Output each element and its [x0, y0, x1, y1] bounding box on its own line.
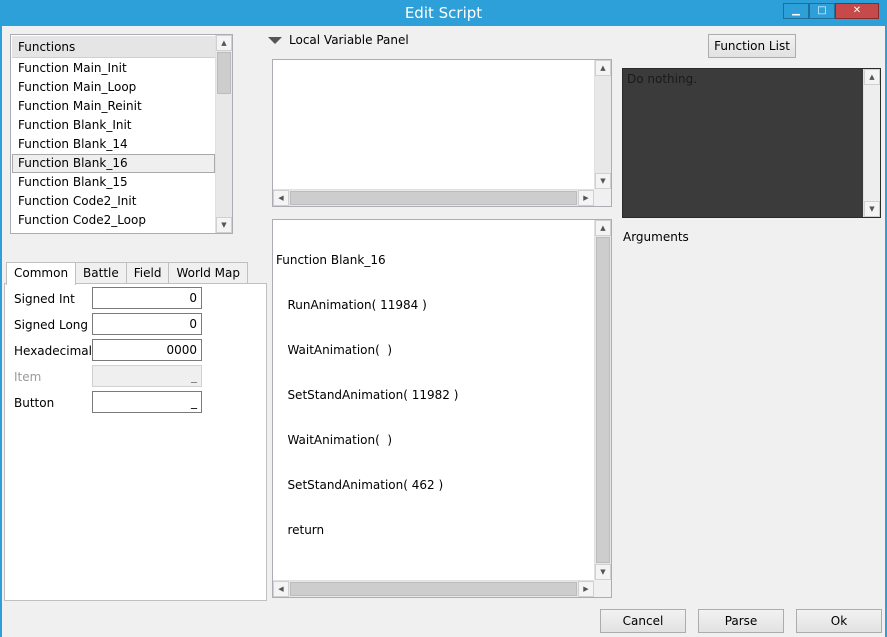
dialog-client: Functions Function Main_Init Function Ma…: [2, 26, 885, 637]
code-line: Function Blank_16: [276, 253, 386, 267]
signed-int-label: Signed Int: [14, 292, 75, 306]
scroll-right-icon[interactable]: ▶: [578, 190, 594, 206]
scroll-down-icon[interactable]: ▼: [216, 217, 232, 233]
close-button[interactable]: ✕: [835, 3, 879, 19]
minimize-button[interactable]: ▁: [783, 3, 809, 19]
vscroll-thumb[interactable]: [596, 237, 610, 563]
list-item[interactable]: Function Main_Init: [12, 59, 215, 78]
tab-world-map[interactable]: World Map: [168, 262, 248, 284]
tab-page-common: Signed Int 0 Signed Long 0 Hexadecimal 0…: [4, 283, 267, 601]
code-line: SetStandAnimation( 11982 ): [276, 388, 459, 402]
editor-hscroll[interactable]: ◀ ▶: [273, 580, 594, 597]
code-line: WaitAnimation( ): [276, 343, 393, 357]
list-item[interactable]: Function Blank_14: [12, 135, 215, 154]
function-list-button[interactable]: Function List: [708, 34, 796, 58]
ok-button[interactable]: Ok: [796, 609, 882, 633]
tab-field[interactable]: Field: [125, 262, 170, 284]
scroll-up-icon[interactable]: ▲: [595, 220, 611, 236]
scroll-right-icon[interactable]: ▶: [578, 581, 594, 597]
scroll-down-icon[interactable]: ▼: [864, 201, 880, 217]
argument-tabs: Common Battle Field World Map: [6, 262, 248, 285]
cancel-button[interactable]: Cancel: [600, 609, 686, 633]
window-controls: ▁ □ ✕: [783, 3, 879, 19]
arguments-label: Arguments: [623, 230, 689, 244]
title-bar: Edit Script ▁ □ ✕: [0, 0, 887, 26]
signed-long-label: Signed Long: [14, 318, 89, 332]
script-editor[interactable]: Function Blank_16 RunAnimation( 11984 ) …: [272, 219, 612, 598]
list-item[interactable]: Function Main_Reinit: [12, 97, 215, 116]
local-variable-panel-toggle[interactable]: Local Variable Panel: [268, 33, 409, 47]
script-code[interactable]: Function Blank_16 RunAnimation( 11984 ) …: [276, 223, 458, 568]
window-title: Edit Script: [404, 4, 483, 22]
list-item[interactable]: Function Blank_Init: [12, 116, 215, 135]
functions-list[interactable]: Functions Function Main_Init Function Ma…: [10, 34, 233, 234]
hexadecimal-label: Hexadecimal: [14, 344, 92, 358]
scroll-down-icon[interactable]: ▼: [595, 564, 611, 580]
tab-common[interactable]: Common: [6, 262, 77, 285]
scroll-thumb[interactable]: [217, 52, 231, 94]
local-variable-panel[interactable]: ▲ ▼ ◀ ▶: [272, 59, 612, 207]
scroll-up-icon[interactable]: ▲: [595, 60, 611, 76]
list-item[interactable]: Function Main_Loop: [12, 78, 215, 97]
hexadecimal-input[interactable]: 0000: [92, 339, 202, 361]
item-label: Item: [14, 370, 42, 384]
button-label: Button: [14, 396, 55, 410]
signed-long-input[interactable]: 0: [92, 313, 202, 335]
hscroll-thumb[interactable]: [290, 582, 577, 596]
editor-vscroll[interactable]: ▲ ▼: [594, 220, 611, 597]
list-item[interactable]: Function Blank_15: [12, 173, 215, 192]
functions-list-header[interactable]: Functions: [12, 36, 215, 58]
scroll-left-icon[interactable]: ◀: [273, 190, 289, 206]
code-line: WaitAnimation( ): [276, 433, 393, 447]
list-item-selected[interactable]: Function Blank_16: [12, 154, 215, 173]
code-line: return: [276, 523, 325, 537]
description-vscroll[interactable]: ▲ ▼: [863, 69, 880, 217]
button-input[interactable]: _: [92, 391, 202, 413]
signed-int-input[interactable]: 0: [92, 287, 202, 309]
collapse-triangle-icon: [268, 36, 282, 44]
list-item[interactable]: Function Code2_Loop: [12, 211, 215, 230]
description-text: Do nothing.: [627, 72, 698, 86]
local-variable-panel-label: Local Variable Panel: [289, 33, 409, 47]
function-description: Do nothing. ▲ ▼: [622, 68, 881, 218]
scroll-corner: [594, 189, 611, 206]
scroll-corner: [594, 580, 611, 597]
functions-list-scrollbar[interactable]: ▲ ▼: [215, 35, 232, 233]
scroll-up-icon[interactable]: ▲: [864, 69, 880, 85]
code-line: SetStandAnimation( 462 ): [276, 478, 444, 492]
maximize-button[interactable]: □: [809, 3, 835, 19]
list-item[interactable]: Function Code2_Init: [12, 192, 215, 211]
scroll-down-icon[interactable]: ▼: [595, 173, 611, 189]
item-input: _: [92, 365, 202, 387]
tab-battle[interactable]: Battle: [75, 262, 127, 284]
scroll-up-icon[interactable]: ▲: [216, 35, 232, 51]
functions-list-items: Function Main_Init Function Main_Loop Fu…: [12, 59, 215, 230]
code-line: RunAnimation( 11984 ): [276, 298, 427, 312]
varpanel-vscroll[interactable]: ▲ ▼: [594, 60, 611, 206]
scroll-left-icon[interactable]: ◀: [273, 581, 289, 597]
varpanel-hscroll[interactable]: ◀ ▶: [273, 189, 594, 206]
parse-button[interactable]: Parse: [698, 609, 784, 633]
hscroll-thumb[interactable]: [290, 191, 577, 205]
